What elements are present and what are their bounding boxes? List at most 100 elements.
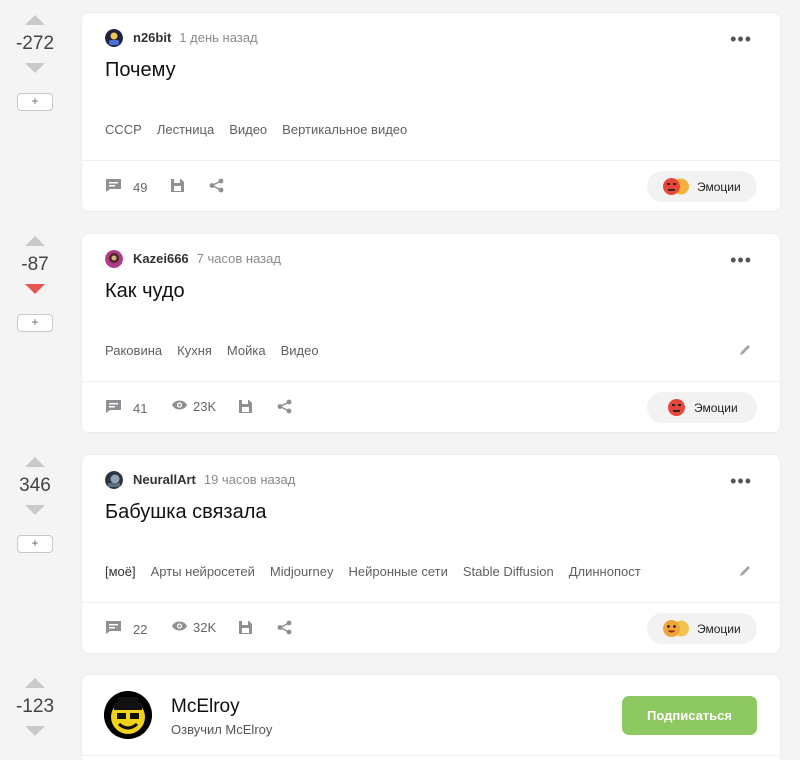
- comments-stat[interactable]: 22: [105, 620, 147, 638]
- tag[interactable]: Вертикальное видео: [282, 122, 407, 137]
- more-dots-icon[interactable]: •••: [730, 471, 752, 492]
- add-to-collection-button[interactable]: +: [17, 314, 53, 332]
- tag[interactable]: Видео: [229, 122, 267, 137]
- comments-stat[interactable]: 41: [105, 399, 147, 417]
- downvote-arrow-icon[interactable]: [25, 726, 45, 736]
- avatar[interactable]: [105, 471, 123, 489]
- add-to-collection-button[interactable]: +: [17, 535, 53, 553]
- post-title[interactable]: Как чудо: [105, 280, 185, 303]
- upvote-arrow-icon[interactable]: [25, 15, 45, 25]
- tag-list: СССР Лестница Видео Вертикальное видео: [105, 122, 422, 137]
- downvote-arrow-icon[interactable]: [25, 505, 45, 515]
- tag[interactable]: СССР: [105, 122, 142, 137]
- upvote-arrow-icon[interactable]: [25, 678, 45, 688]
- more-dots-icon[interactable]: •••: [730, 250, 752, 271]
- tag[interactable]: Длиннопост: [569, 564, 641, 579]
- emotion-faces-icon: [662, 619, 692, 641]
- comment-icon[interactable]: [105, 620, 122, 638]
- tag-list: Раковина Кухня Мойка Видео: [105, 343, 334, 358]
- vote-rail: -272 +: [0, 15, 70, 111]
- post-title[interactable]: Бабушка связала: [105, 501, 267, 524]
- share-button[interactable]: [209, 178, 235, 196]
- author-card: McElroy Озвучил McElroy Подписаться: [81, 674, 781, 760]
- vote-rail: -87 +: [0, 236, 70, 332]
- emotions-button[interactable]: Эмоции: [647, 392, 757, 423]
- post-footer: 49 Эмоции: [82, 160, 780, 212]
- comments-count: 22: [133, 621, 148, 637]
- tag[interactable]: Раковина: [105, 343, 162, 358]
- share-button[interactable]: [277, 620, 303, 638]
- pencil-icon[interactable]: [738, 343, 752, 361]
- author-name[interactable]: NeurallArt: [133, 472, 196, 487]
- emotions-label: Эмоции: [694, 401, 738, 415]
- avatar[interactable]: [104, 691, 152, 739]
- tag[interactable]: Midjourney: [270, 564, 334, 579]
- divider: [82, 755, 780, 756]
- profile-name[interactable]: McElroy: [171, 696, 240, 718]
- downvote-arrow-icon[interactable]: [25, 284, 45, 294]
- eye-icon: [171, 399, 188, 414]
- tag[interactable]: [моё]: [105, 564, 136, 579]
- tag[interactable]: Арты нейросетей: [151, 564, 255, 579]
- upvote-arrow-icon[interactable]: [25, 457, 45, 467]
- pencil-icon[interactable]: [738, 564, 752, 582]
- tag[interactable]: Stable Diffusion: [463, 564, 554, 579]
- downvote-arrow-icon[interactable]: [25, 63, 45, 73]
- post-card: Kazei666 7 часов назад ••• Как чудо Раков…: [81, 233, 781, 433]
- emotions-button[interactable]: Эмоции: [647, 171, 757, 202]
- save-button[interactable]: [170, 178, 196, 196]
- share-button[interactable]: [277, 399, 303, 417]
- add-to-collection-button[interactable]: +: [17, 93, 53, 111]
- eye-icon: [171, 620, 188, 635]
- emotions-label: Эмоции: [697, 622, 741, 636]
- author-name[interactable]: n26bit: [133, 30, 171, 45]
- post-footer: 41 23K Эмоции: [82, 381, 780, 433]
- tag[interactable]: Кухня: [177, 343, 212, 358]
- post-time: 1 день назад: [179, 30, 258, 45]
- post-title[interactable]: Почему: [105, 59, 176, 82]
- emotion-faces-icon: [662, 177, 692, 199]
- share-icon[interactable]: [277, 399, 292, 417]
- post-card: n26bit 1 день назад ••• Почему СССР Лестни…: [81, 12, 781, 212]
- post-rating: -87: [21, 254, 49, 275]
- post-rating: 346: [19, 475, 51, 496]
- share-icon[interactable]: [277, 620, 292, 638]
- comments-count: 41: [133, 400, 148, 416]
- save-icon[interactable]: [238, 620, 253, 638]
- comment-icon[interactable]: [105, 178, 122, 196]
- post-time: 19 часов назад: [203, 472, 296, 487]
- save-button[interactable]: [238, 399, 264, 417]
- save-icon[interactable]: [170, 178, 185, 196]
- subscribe-button[interactable]: Подписаться: [622, 696, 757, 735]
- views-stat: 32K: [171, 620, 216, 635]
- comments-count: 49: [133, 179, 148, 195]
- angry-face-icon: [667, 398, 686, 420]
- views-count: 23K: [193, 399, 217, 414]
- views-stat: 23K: [171, 399, 216, 414]
- more-dots-icon[interactable]: •••: [730, 29, 752, 50]
- post-rating: -123: [15, 696, 55, 717]
- avatar[interactable]: [105, 250, 123, 268]
- post-card: NeurallArt 19 часов назад ••• Бабушка свя…: [81, 454, 781, 654]
- tag-list: [моё] Арты нейросетей Midjourney Нейронные …: [105, 564, 656, 579]
- comment-icon[interactable]: [105, 399, 122, 417]
- upvote-arrow-icon[interactable]: [25, 236, 45, 246]
- save-icon[interactable]: [238, 399, 253, 417]
- author-name[interactable]: Kazei666: [133, 251, 189, 266]
- tag[interactable]: Нейронные сети: [348, 564, 447, 579]
- comments-stat[interactable]: 49: [105, 178, 147, 196]
- post-footer: 22 32K Эмоции: [82, 602, 780, 654]
- vote-rail: 346 +: [0, 457, 70, 553]
- post-rating: -272: [15, 33, 55, 54]
- vote-rail: -123: [0, 678, 70, 736]
- views-count: 32K: [193, 620, 217, 635]
- share-icon[interactable]: [209, 178, 224, 196]
- post-time: 7 часов назад: [196, 251, 281, 266]
- tag[interactable]: Видео: [281, 343, 319, 358]
- emotions-label: Эмоции: [697, 180, 741, 194]
- save-button[interactable]: [238, 620, 264, 638]
- tag[interactable]: Лестница: [157, 122, 214, 137]
- tag[interactable]: Мойка: [227, 343, 266, 358]
- avatar[interactable]: [105, 29, 123, 47]
- emotions-button[interactable]: Эмоции: [647, 613, 757, 644]
